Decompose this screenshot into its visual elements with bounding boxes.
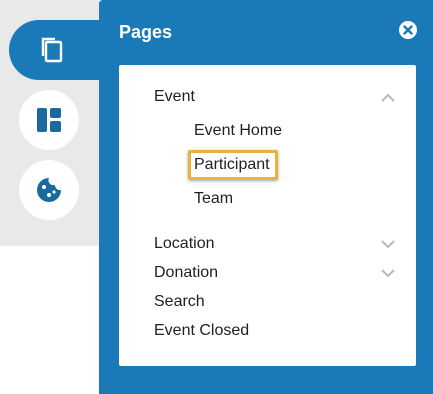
page-item-event-closed[interactable]: Event Closed — [154, 321, 249, 341]
panel-title: Pages — [119, 22, 173, 42]
page-group-donation[interactable]: Donation — [154, 263, 218, 283]
page-item-team[interactable]: Team — [194, 189, 233, 209]
chevron-down-icon[interactable] — [381, 269, 395, 278]
pages-list: Event Event Home Participant Team Locati… — [119, 65, 416, 366]
copy-icon — [41, 37, 63, 63]
page-group-event[interactable]: Event — [154, 87, 195, 107]
page-item-participant[interactable]: Participant — [194, 155, 270, 175]
page-item-event-home[interactable]: Event Home — [194, 121, 282, 141]
cookie-icon — [37, 178, 61, 202]
layout-icon — [37, 108, 61, 132]
close-icon[interactable] — [399, 21, 417, 39]
page-group-location[interactable]: Location — [154, 234, 215, 254]
rail-item-cookie[interactable] — [19, 160, 79, 220]
pages-panel: Pages Event Event Home Participant Team … — [99, 0, 433, 394]
rail-item-layout[interactable] — [19, 90, 79, 150]
chevron-up-icon[interactable] — [381, 93, 395, 102]
page-item-search[interactable]: Search — [154, 292, 205, 312]
chevron-down-icon[interactable] — [381, 240, 395, 249]
